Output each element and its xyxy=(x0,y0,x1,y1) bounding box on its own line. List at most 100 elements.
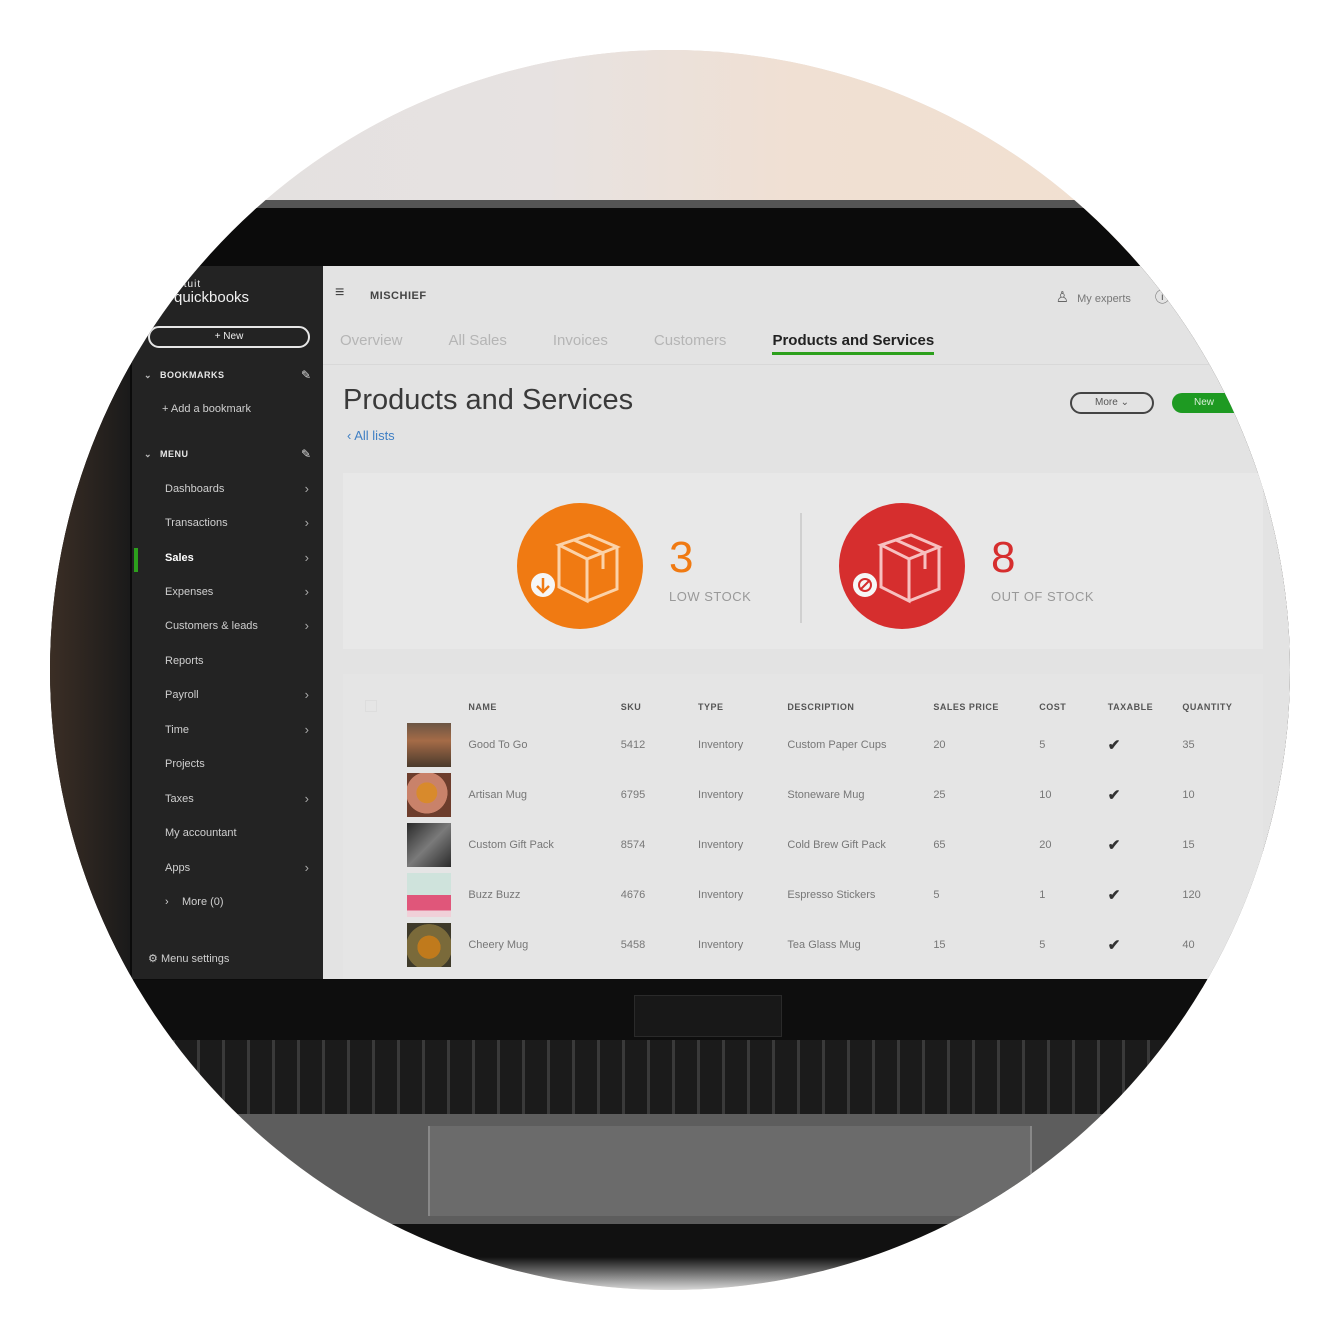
bookmarks-heading[interactable]: ⌄ BOOKMARKS xyxy=(144,370,225,381)
product-thumbnail xyxy=(406,873,451,917)
new-button[interactable]: + New xyxy=(148,326,310,348)
checkmark-icon: ✔ xyxy=(1107,887,1121,904)
row-checkbox[interactable] xyxy=(343,770,406,820)
sidebar-item-projects[interactable]: Projects xyxy=(132,752,323,778)
cell-sku: 4676 xyxy=(620,889,646,901)
hamburger-menu-icon[interactable]: ≡ xyxy=(335,285,351,301)
row-checkbox[interactable] xyxy=(343,720,406,770)
sidebar-item-taxes[interactable]: Taxes › xyxy=(132,787,323,813)
sidebar-item-apps[interactable]: Apps › xyxy=(132,856,323,882)
cell-type: Inventory xyxy=(698,939,744,951)
row-checkbox[interactable] xyxy=(343,920,406,970)
cell-name[interactable]: Artisan Mug xyxy=(467,770,619,820)
sidebar-item-reports[interactable]: Reports xyxy=(132,649,323,675)
sidebar-item-expenses[interactable]: Expenses › xyxy=(132,580,323,606)
cell-type: Inventory xyxy=(698,889,744,901)
new-product-button[interactable]: New xyxy=(1172,393,1264,413)
notifications-button[interactable]: 🔔︎ xyxy=(1265,288,1290,306)
laptop-notch xyxy=(634,995,782,1037)
sidebar-item-label: Reports xyxy=(165,655,204,667)
sidebar-item-customers-leads[interactable]: Customers & leads › xyxy=(132,614,323,640)
tab-all-sales[interactable]: All Sales xyxy=(449,332,507,355)
box-icon xyxy=(517,503,643,629)
table-row[interactable]: Artisan Mug 6795 Inventory Stoneware Mug… xyxy=(343,770,1263,820)
sidebar-item-more[interactable]: › More (0) xyxy=(132,890,323,916)
cell-name[interactable]: Buzz Buzz xyxy=(467,870,619,920)
cell-cost: 1 xyxy=(1039,889,1046,901)
cell-sku: 5412 xyxy=(620,739,646,751)
sidebar-item-label: Taxes xyxy=(165,793,194,805)
cell-sales-price: 15 xyxy=(933,939,946,951)
laptop-base xyxy=(50,1224,1290,1290)
cell-sku: 5458 xyxy=(620,939,646,951)
help-label: Help xyxy=(1177,293,1201,305)
pencil-icon[interactable]: ✎ xyxy=(301,447,311,461)
cell-description: Custom Paper Cups xyxy=(787,739,887,751)
low-stock-count: 3 xyxy=(669,533,694,582)
table-row[interactable]: Cheery Mug 5458 Inventory Tea Glass Mug … xyxy=(343,920,1263,970)
sidebar-item-transactions[interactable]: Transactions › xyxy=(132,511,323,537)
column-header-description[interactable]: DESCRIPTION xyxy=(786,694,932,720)
column-header-taxable[interactable]: TAXABLE xyxy=(1107,694,1182,720)
sidebar-item-sales[interactable]: Sales › xyxy=(132,546,323,572)
cell-quantity: 15 xyxy=(1182,839,1195,851)
sidebar-item-dashboards[interactable]: Dashboards › xyxy=(132,477,323,503)
select-all-checkbox[interactable] xyxy=(343,694,406,720)
tab-overview[interactable]: Overview xyxy=(340,332,403,355)
cell-name[interactable]: Custom Gift Pack xyxy=(467,820,619,870)
help-button[interactable]: ⓘ Help xyxy=(1155,286,1201,307)
tab-customers[interactable]: Customers xyxy=(654,332,727,355)
all-lists-link[interactable]: ‹ All lists xyxy=(347,428,395,443)
cell-quantity: 40 xyxy=(1182,939,1195,951)
checkmark-icon: ✔ xyxy=(1107,787,1121,804)
sidebar-item-time[interactable]: Time › xyxy=(132,718,323,744)
menu-settings-link[interactable]: ⚙ Menu settings xyxy=(148,952,229,965)
menu-heading[interactable]: ⌄ MENU xyxy=(144,449,189,460)
help-icon: ⓘ xyxy=(1154,289,1170,306)
chevron-right-icon: › xyxy=(304,791,309,806)
tab-products-and-services[interactable]: Products and Services xyxy=(772,332,935,355)
row-checkbox[interactable] xyxy=(343,870,406,920)
cell-quantity: 120 xyxy=(1182,889,1201,901)
table-row[interactable]: Custom Gift Pack 8574 Inventory Cold Bre… xyxy=(343,820,1263,870)
column-header-type[interactable]: TYPE xyxy=(697,694,786,720)
column-header-sku[interactable]: SKU xyxy=(620,694,697,720)
checkmark-icon: ✔ xyxy=(1107,937,1121,954)
column-header-cost[interactable]: COST xyxy=(1038,694,1106,720)
row-checkbox[interactable] xyxy=(343,820,406,870)
cell-name[interactable]: Good To Go xyxy=(467,720,619,770)
column-header-quantity[interactable]: QUANTITY xyxy=(1181,694,1263,720)
sidebar-item-payroll[interactable]: Payroll › xyxy=(132,683,323,709)
cell-cost: 10 xyxy=(1039,789,1052,801)
my-experts-label: My experts xyxy=(1077,292,1131,305)
add-bookmark-link[interactable]: + Add a bookmark xyxy=(162,403,251,415)
more-dropdown-button[interactable]: More ⌄ xyxy=(1070,392,1154,414)
laptop-trackpad xyxy=(428,1126,1032,1216)
search-button[interactable]: ⌕ xyxy=(1225,288,1241,305)
top-right-actions: ♙ My experts ⓘ Help ⌕ 🔔︎ xyxy=(1056,286,1290,307)
sidebar-item-label: Payroll xyxy=(165,689,199,701)
sidebar-item-label: Customers & leads xyxy=(165,620,258,632)
product-thumbnail xyxy=(406,723,451,767)
column-header-name[interactable]: NAME xyxy=(467,694,619,720)
cell-name[interactable]: Cheery Mug xyxy=(467,920,619,970)
sidebar-item-label: Apps xyxy=(165,862,191,874)
cell-description: Stoneware Mug xyxy=(787,789,865,801)
company-name: MISCHIEF xyxy=(370,290,427,302)
table-row[interactable]: Good To Go 5412 Inventory Custom Paper C… xyxy=(343,720,1263,770)
cell-sales-price: 25 xyxy=(933,789,946,801)
my-experts-button[interactable]: ♙ My experts xyxy=(1056,288,1131,306)
product-thumbnail xyxy=(406,823,451,867)
table-row[interactable]: Buzz Buzz 4676 Inventory Espresso Sticke… xyxy=(343,870,1263,920)
sidebar-item-my-accountant[interactable]: My accountant xyxy=(132,821,323,847)
box-icon xyxy=(839,503,965,629)
quickbooks-logo[interactable]: intuit quickbooks xyxy=(174,278,249,305)
out-of-stock-count: 8 xyxy=(991,533,1016,582)
laptop-screen: intuit quickbooks + New ⌄ BOOKMARKS ✎ + A… xyxy=(132,266,1290,979)
tab-invoices[interactable]: Invoices xyxy=(553,332,608,355)
chevron-right-icon: › xyxy=(304,687,309,702)
sidebar-item-label: Sales xyxy=(165,552,194,564)
search-icon: ⌕ xyxy=(1224,288,1233,305)
pencil-icon[interactable]: ✎ xyxy=(301,368,311,382)
column-header-sales-price[interactable]: SALES PRICE xyxy=(932,694,1038,720)
